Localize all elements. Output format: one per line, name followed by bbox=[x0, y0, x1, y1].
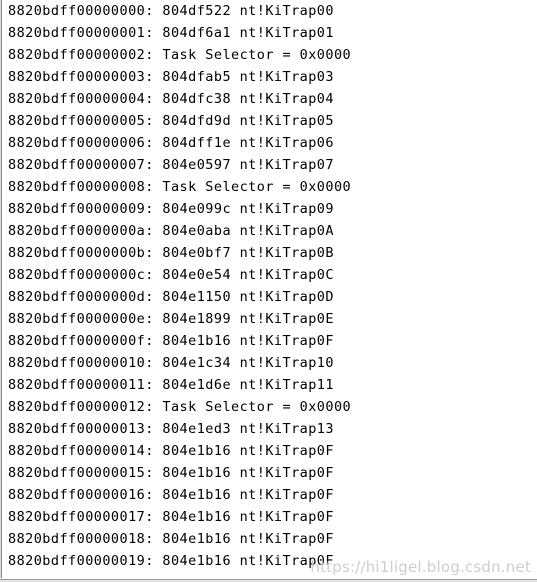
dump-line: 8820bdff00000006: 804dff1e nt!KiTrap06 bbox=[8, 135, 334, 151]
dump-line: 8820bdff00000015: 804e1b16 nt!KiTrap0F bbox=[8, 465, 334, 481]
dump-line: 8820bdff00000003: 804dfab5 nt!KiTrap03 bbox=[8, 69, 334, 85]
pane-left-border bbox=[0, 0, 3, 582]
debugger-output-pane: 8820bdff00000000: 804df522 nt!KiTrap00 88… bbox=[0, 0, 537, 582]
dump-line: 8820bdff0000000d: 804e1150 nt!KiTrap0D bbox=[8, 289, 334, 305]
dump-line: 8820bdff0000000e: 804e1899 nt!KiTrap0E bbox=[8, 311, 334, 327]
dump-line: 8820bdff00000007: 804e0597 nt!KiTrap07 bbox=[8, 157, 334, 173]
dump-line: 8820bdff0000000c: 804e0e54 nt!KiTrap0C bbox=[8, 267, 334, 283]
dump-line: 8820bdff00000016: 804e1b16 nt!KiTrap0F bbox=[8, 487, 334, 503]
dump-line: 8820bdff00000012: Task Selector = 0x0000 bbox=[8, 399, 352, 415]
dump-line: 8820bdff00000008: Task Selector = 0x0000 bbox=[8, 179, 352, 195]
dump-line: 8820bdff00000002: Task Selector = 0x0000 bbox=[8, 47, 352, 63]
dump-line: 8820bdff0000000f: 804e1b16 nt!KiTrap0F bbox=[8, 333, 334, 349]
dump-line: 8820bdff0000000a: 804e0aba nt!KiTrap0A bbox=[8, 223, 334, 239]
pane-bottom-border bbox=[0, 578, 537, 582]
dump-line: 8820bdff00000011: 804e1d6e nt!KiTrap11 bbox=[8, 377, 334, 393]
dump-line: 8820bdff00000018: 804e1b16 nt!KiTrap0F bbox=[8, 531, 334, 547]
dump-line: 8820bdff00000005: 804dfd9d nt!KiTrap05 bbox=[8, 113, 334, 129]
dump-line: 8820bdff00000019: 804e1b16 nt!KiTrap0F bbox=[8, 553, 334, 569]
dump-line: 8820bdff00000009: 804e099c nt!KiTrap09 bbox=[8, 201, 334, 217]
dump-line: 8820bdff00000014: 804e1b16 nt!KiTrap0F bbox=[8, 443, 334, 459]
dump-line: 8820bdff00000013: 804e1ed3 nt!KiTrap13 bbox=[8, 421, 334, 437]
dump-line: 8820bdff00000001: 804df6a1 nt!KiTrap01 bbox=[8, 25, 334, 41]
dump-line: 8820bdff00000000: 804df522 nt!KiTrap00 bbox=[8, 3, 334, 19]
dump-line: 8820bdff00000004: 804dfc38 nt!KiTrap04 bbox=[8, 91, 334, 107]
dump-line: 8820bdff0000000b: 804e0bf7 nt!KiTrap0B bbox=[8, 245, 334, 261]
dump-line: 8820bdff00000017: 804e1b16 nt!KiTrap0F bbox=[8, 509, 334, 525]
dump-line: 8820bdff00000010: 804e1c34 nt!KiTrap10 bbox=[8, 355, 334, 371]
memory-dump-output[interactable]: 8820bdff00000000: 804df522 nt!KiTrap00 88… bbox=[3, 0, 537, 578]
